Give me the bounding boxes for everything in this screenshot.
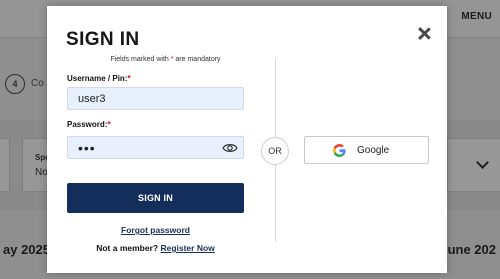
eye-icon[interactable]	[222, 141, 238, 153]
required-asterisk: *	[107, 120, 111, 129]
sign-in-button[interactable]: SIGN IN	[67, 183, 244, 213]
step-indicator: 4	[5, 74, 25, 94]
sign-in-dialog: SIGN IN Fields marked with * are mandato…	[47, 6, 447, 273]
google-button-label: Google	[357, 145, 390, 156]
required-asterisk: *	[127, 74, 131, 83]
month-label-left: ay 2025	[3, 242, 50, 257]
password-input[interactable]	[67, 136, 244, 159]
dialog-title: SIGN IN	[66, 29, 140, 50]
mandatory-note-suffix: are mandatory	[173, 56, 221, 63]
forgot-password-link[interactable]: Forgot password	[67, 225, 244, 235]
or-separator: OR	[261, 137, 289, 165]
background-card-value: No	[35, 167, 48, 178]
password-label: Password:*	[67, 120, 111, 129]
google-sign-in-button[interactable]: Google	[304, 136, 429, 164]
step-label: Co	[31, 78, 44, 89]
password-label-text: Password:	[67, 120, 108, 129]
register-row: Not a member? Register Now	[67, 243, 244, 253]
background-card: Spe No	[22, 138, 50, 192]
register-now-link[interactable]: Register Now	[160, 243, 214, 253]
username-label: Username / Pin:*	[67, 74, 131, 83]
background-card-left	[0, 138, 10, 192]
month-label-right: June 202	[440, 242, 496, 257]
background-card-right	[447, 138, 500, 192]
username-input[interactable]	[67, 87, 244, 110]
eye-icon-graphic	[222, 144, 238, 152]
mandatory-note: Fields marked with * are mandatory	[67, 56, 264, 63]
google-icon	[333, 144, 346, 157]
chevron-down-icon	[476, 156, 489, 169]
username-label-text: Username / Pin:	[67, 74, 128, 83]
not-member-text: Not a member?	[96, 243, 159, 253]
menu-label: MENU	[461, 11, 492, 22]
close-icon[interactable]	[418, 27, 431, 40]
mandatory-note-prefix: Fields marked with	[110, 56, 171, 63]
